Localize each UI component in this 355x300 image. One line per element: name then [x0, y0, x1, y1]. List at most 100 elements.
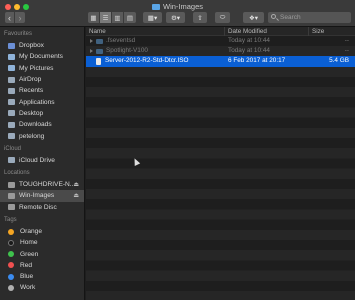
- sidebar-item-airdrop[interactable]: AirDrop: [0, 74, 84, 85]
- sidebar-item-petelong[interactable]: petelong: [0, 130, 84, 141]
- title-bar: Win-Images ‹ › ▦ ☰ ▥ ▤ ▦▾ ⚙▾ ⇧ ⬭ ❖▾ Sear…: [0, 0, 355, 27]
- tag-label: Work: [20, 284, 36, 292]
- sidebar-item-recents[interactable]: Recents: [0, 85, 84, 96]
- folder-icon: [8, 65, 15, 72]
- sidebar-item-desktop[interactable]: Desktop: [0, 108, 84, 119]
- disclosure-triangle-icon[interactable]: [90, 39, 93, 44]
- file-row[interactable]: Server-2012-R2-Std-Dtcr.ISO 6 Feb 2017 at…: [86, 56, 355, 67]
- file-date: Today at 10:44: [228, 47, 270, 55]
- window-title: Win-Images: [0, 2, 355, 11]
- clock-icon: [8, 87, 15, 94]
- column-header-size[interactable]: Size: [309, 27, 355, 36]
- sidebar-item-label: Win-Images: [19, 192, 55, 200]
- search-placeholder: Search: [280, 14, 301, 21]
- dropbox-button[interactable]: ❖▾: [243, 12, 264, 23]
- icloud-list: iCloud Drive: [0, 155, 84, 166]
- list-view-icon: ☰: [102, 14, 109, 22]
- tag-color-dot: [8, 262, 14, 269]
- file-size: --: [344, 47, 349, 55]
- column-headers: Name Date Modified Size: [86, 27, 355, 36]
- drive-icon: [8, 192, 15, 199]
- sidebar-item-label: iCloud Drive: [19, 156, 55, 164]
- icon-view-button[interactable]: ▦: [88, 12, 100, 23]
- sidebar-section-icloud: iCloud: [4, 145, 22, 152]
- disclosure-triangle-icon[interactable]: [90, 49, 93, 54]
- share-icon: ⇧: [197, 14, 203, 22]
- gallery-view-button[interactable]: ▤: [124, 12, 136, 23]
- view-switcher: ▦ ☰ ▥ ▤: [88, 12, 136, 23]
- column-view-icon: ▥: [114, 14, 121, 22]
- tag-color-dot: [8, 239, 14, 246]
- home-icon: [8, 133, 15, 140]
- sidebar-item-label: Desktop: [19, 109, 44, 117]
- dropbox-icon: [8, 42, 15, 49]
- share-button[interactable]: ⇧: [193, 12, 207, 23]
- tag-icon: ⬭: [219, 13, 226, 21]
- column-header-name[interactable]: Name: [86, 27, 225, 36]
- file-name: Server-2012-R2-Std-Dtcr.ISO: [105, 57, 189, 65]
- folder-icon: [8, 53, 15, 60]
- sidebar-item-remote-disc[interactable]: Remote Disc: [0, 202, 84, 213]
- sidebar-tag-orange[interactable]: Orange: [0, 226, 84, 237]
- window-title-text: Win-Images: [162, 2, 203, 11]
- column-view-button[interactable]: ▥: [112, 12, 124, 23]
- file-list: Name Date Modified Size .fseventsd Today …: [86, 27, 355, 300]
- sidebar-tag-green[interactable]: Green: [0, 248, 84, 259]
- tags-button[interactable]: ⬭: [215, 12, 230, 23]
- back-button[interactable]: ‹: [5, 12, 15, 23]
- nav-buttons: ‹ ›: [5, 12, 25, 23]
- sidebar-item-toughdrive-n[interactable]: TOUGHDRIVE-N... ⏏: [0, 179, 84, 190]
- sidebar-tag-blue[interactable]: Blue: [0, 271, 84, 282]
- sidebar-item-label: My Pictures: [19, 64, 54, 72]
- file-size: 5.4 GB: [329, 57, 349, 65]
- file-name-cell: Spotlight-V100: [86, 46, 225, 56]
- sidebar-item-icloud-drive[interactable]: iCloud Drive: [0, 155, 84, 166]
- tag-color-dot: [8, 228, 14, 235]
- sidebar-tag-home[interactable]: Home: [0, 237, 84, 248]
- tag-label: Orange: [20, 228, 42, 235]
- sidebar-item-downloads[interactable]: Downloads: [0, 119, 84, 130]
- disc-icon: [8, 204, 15, 211]
- folder-icon: [96, 48, 103, 54]
- eject-icon[interactable]: ⏏: [73, 192, 79, 199]
- tag-label: Blue: [20, 273, 34, 281]
- desktop-icon: [8, 110, 15, 117]
- file-name-cell: Server-2012-R2-Std-Dtcr.ISO: [86, 56, 225, 66]
- sidebar-item-win-images[interactable]: Win-Images ⏏: [0, 190, 84, 202]
- tag-color-dot: [8, 284, 14, 291]
- sidebar-item-my-pictures[interactable]: My Pictures: [0, 63, 84, 74]
- action-button[interactable]: ⚙▾: [166, 12, 185, 23]
- file-size: --: [344, 37, 349, 44]
- file-row[interactable]: .fseventsd Today at 10:44 --: [86, 36, 355, 46]
- icon-view-icon: ▦: [90, 14, 97, 22]
- tags-list: Orange Home Green Red Blue Work: [0, 226, 84, 294]
- sidebar-item-label: Applications: [19, 98, 55, 106]
- sidebar-tag-red[interactable]: Red: [0, 260, 84, 271]
- forward-button[interactable]: ›: [15, 12, 25, 23]
- folder-icon: [151, 4, 160, 10]
- eject-icon[interactable]: ⏏: [73, 181, 79, 188]
- sidebar-item-applications[interactable]: Applications: [0, 96, 84, 107]
- drive-icon: [8, 181, 15, 188]
- folder-icon: [96, 38, 103, 44]
- sidebar-item-label: TOUGHDRIVE-N...: [19, 181, 76, 189]
- arrange-button[interactable]: ▦▾: [143, 12, 162, 23]
- sidebar-section-tags: Tags: [4, 216, 17, 223]
- tag-color-dot: [8, 251, 14, 258]
- back-arrow-icon: ‹: [8, 12, 11, 23]
- sidebar-item-label: Downloads: [19, 121, 52, 129]
- sidebar-section-favourites: Favourites: [4, 31, 33, 37]
- list-view-button[interactable]: ☰: [100, 12, 112, 23]
- sidebar: Favourites Dropbox My Documents My Picture…: [0, 27, 85, 300]
- sidebar-item-label: Recents: [19, 87, 44, 95]
- sidebar-item-dropbox[interactable]: Dropbox: [0, 40, 84, 51]
- file-name: Spotlight-V100: [106, 47, 148, 55]
- file-row[interactable]: Spotlight-V100 Today at 10:44 --: [86, 46, 355, 56]
- tag-label: Red: [20, 261, 33, 269]
- column-header-date[interactable]: Date Modified: [225, 27, 309, 36]
- search-field[interactable]: Search: [268, 12, 351, 23]
- sidebar-item-my-documents[interactable]: My Documents: [0, 51, 84, 62]
- search-icon: [271, 14, 276, 19]
- sidebar-tag-work[interactable]: Work: [0, 282, 84, 293]
